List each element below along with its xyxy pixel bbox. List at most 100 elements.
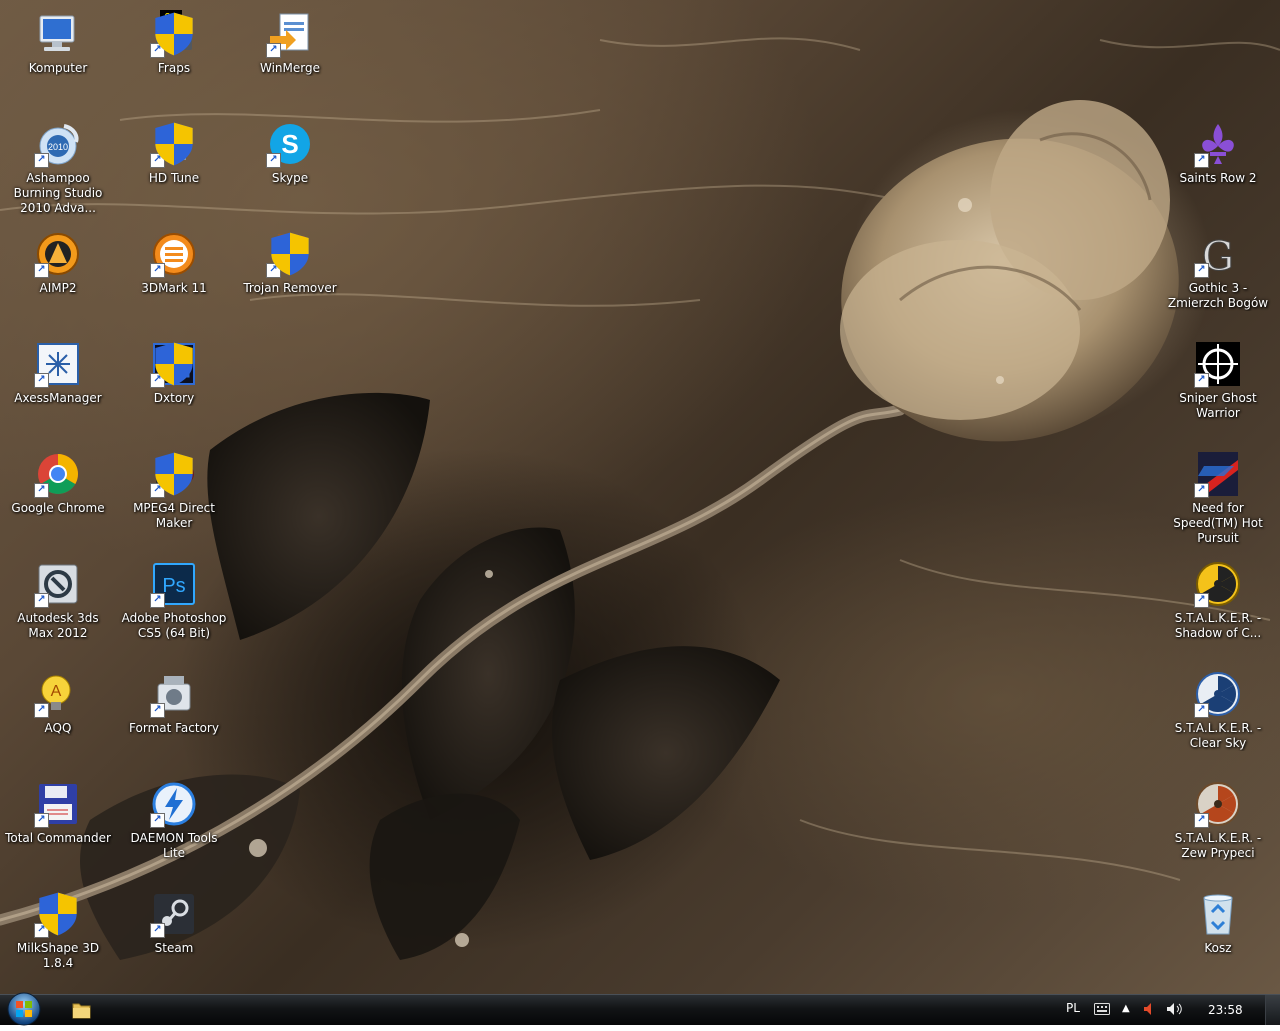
desktop-icon-label: Trojan Remover bbox=[243, 281, 337, 295]
uac-shield-icon bbox=[155, 452, 193, 496]
show-hidden-icons-arrow-icon[interactable]: ▲ bbox=[1122, 1003, 1130, 1014]
desktop-icon-aqq[interactable]: A ↗ AQQ bbox=[3, 666, 113, 770]
desktop-icon-daemon-tools[interactable]: ↗ DAEMON Tools Lite bbox=[119, 776, 229, 880]
desktop-icon-label: Kosz bbox=[1204, 941, 1232, 955]
desktop-icon-label: Google Chrome bbox=[11, 501, 105, 515]
desktop-icon-trojan-remover[interactable]: ↗ Trojan Remover bbox=[235, 226, 345, 330]
system-tray: PL ▲ 23:58 bbox=[1060, 995, 1280, 1025]
desktop-icon-label: 3DMark 11 bbox=[141, 281, 207, 295]
desktop-icon-label: Komputer bbox=[28, 61, 88, 75]
desktop-icon-stalker-soc[interactable]: ↗ S.T.A.L.K.E.R. - Shadow of C... bbox=[1163, 556, 1273, 660]
desktop-icon-gothic-3[interactable]: G ↗ Gothic 3 - Zmierzch Bogów bbox=[1163, 226, 1273, 330]
shortcut-arrow-icon: ↗ bbox=[34, 813, 49, 828]
shortcut-arrow-icon: ↗ bbox=[1194, 593, 1209, 608]
shortcut-arrow-icon: ↗ bbox=[34, 483, 49, 498]
desktop-icon-milkshape[interactable]: ↗ MilkShape 3D 1.8.4 bbox=[3, 886, 113, 990]
show-desktop-button[interactable] bbox=[1265, 995, 1280, 1025]
desktop-icon-axessmanager[interactable]: ↗ AxessManager bbox=[3, 336, 113, 440]
shortcut-arrow-icon: ↗ bbox=[1194, 703, 1209, 718]
svg-text:Ps: Ps bbox=[162, 575, 185, 597]
desktop-icon-label: Format Factory bbox=[129, 721, 219, 735]
desktop-icon-label: AIMP2 bbox=[39, 281, 77, 295]
desktop-icon-label: Adobe Photoshop CS5 (64 Bit) bbox=[121, 611, 227, 640]
shortcut-arrow-icon: ↗ bbox=[150, 263, 165, 278]
desktop-icon-label: Skype bbox=[271, 171, 309, 185]
volume-icon[interactable] bbox=[1166, 1002, 1184, 1016]
desktop-icon-label: MPEG4 Direct Maker bbox=[133, 501, 215, 530]
desktop-icon-3dsmax[interactable]: ↗ Autodesk 3ds Max 2012 bbox=[3, 556, 113, 660]
desktop-icon-label: S.T.A.L.K.E.R. - Shadow of C... bbox=[1174, 611, 1262, 640]
desktop-icon-winmerge[interactable]: ↗ WinMerge bbox=[235, 6, 345, 110]
shortcut-arrow-icon: ↗ bbox=[1194, 153, 1209, 168]
taskbar-explorer-button[interactable] bbox=[64, 998, 98, 1022]
desktop-icon-hd-tune[interactable]: ↗ HD Tune bbox=[119, 116, 229, 220]
shortcut-arrow-icon: ↗ bbox=[150, 593, 165, 608]
desktop-icon-google-chrome[interactable]: ↗ Google Chrome bbox=[3, 446, 113, 550]
uac-shield-icon bbox=[155, 122, 193, 166]
speaker-muted-icon[interactable] bbox=[1142, 1002, 1156, 1016]
start-button[interactable] bbox=[4, 991, 44, 1027]
desktop-icon-label: MilkShape 3D 1.8.4 bbox=[16, 941, 100, 970]
shortcut-arrow-icon: ↗ bbox=[1194, 263, 1209, 278]
desktop-icon-fraps[interactable]: 99 ↗ Fraps bbox=[119, 6, 229, 110]
shortcut-arrow-icon: ↗ bbox=[266, 153, 281, 168]
shortcut-arrow-icon: ↗ bbox=[150, 813, 165, 828]
shortcut-arrow-icon: ↗ bbox=[34, 153, 49, 168]
desktop-icon-3dmark11[interactable]: ↗ 3DMark 11 bbox=[119, 226, 229, 330]
desktop-icon-dxtory[interactable]: ↗ Dxtory bbox=[119, 336, 229, 440]
desktop-icon-label: WinMerge bbox=[260, 61, 320, 75]
desktop-icon-label: Need for Speed(TM) Hot Pursuit bbox=[1173, 501, 1263, 545]
shortcut-arrow-icon: ↗ bbox=[34, 373, 49, 388]
keyboard-icon[interactable] bbox=[1094, 1003, 1110, 1015]
desktop-icon-nfs-hot-pursuit[interactable]: ↗ Need for Speed(TM) Hot Pursuit bbox=[1163, 446, 1273, 550]
desktop-icon-label: Saints Row 2 bbox=[1179, 171, 1257, 185]
desktop-icon-skype[interactable]: S ↗ Skype bbox=[235, 116, 345, 220]
windows-orb-icon bbox=[7, 992, 41, 1026]
recycle-bin-icon bbox=[1203, 894, 1233, 935]
desktop-icon-label: Autodesk 3ds Max 2012 bbox=[17, 611, 99, 640]
uac-shield-icon bbox=[155, 12, 193, 56]
desktop-icon-label: Fraps bbox=[157, 61, 191, 75]
desktop-icon-label: AQQ bbox=[44, 721, 72, 735]
desktop-icon-label: AxessManager bbox=[14, 391, 102, 405]
desktop-icon-komputer[interactable]: Komputer bbox=[3, 6, 113, 110]
desktop-icon-label: S.T.A.L.K.E.R. - Zew Prypeci bbox=[1174, 831, 1262, 860]
desktop-icon-label: HD Tune bbox=[148, 171, 200, 185]
desktop-icon-label: Ashampoo Burning Studio 2010 Adva... bbox=[13, 171, 103, 215]
svg-text:2010: 2010 bbox=[48, 142, 68, 152]
desktop-icon-ashampoo[interactable]: 2010 ↗ Ashampoo Burning Studio 2010 Adva… bbox=[3, 116, 113, 220]
shortcut-arrow-icon: ↗ bbox=[34, 703, 49, 718]
desktop-icon-kosz[interactable]: Kosz bbox=[1163, 886, 1273, 990]
computer-icon bbox=[39, 15, 75, 51]
desktop-icon-total-commander[interactable]: ↗ Total Commander bbox=[3, 776, 113, 880]
desktop-icon-format-factory[interactable]: ↗ Format Factory bbox=[119, 666, 229, 770]
desktop-icon-steam[interactable]: ↗ Steam bbox=[119, 886, 229, 990]
desktop-icon-sniper-ghost-warrior[interactable]: ↗ Sniper Ghost Warrior bbox=[1163, 336, 1273, 440]
taskbar: PL ▲ 23:58 bbox=[0, 991, 1280, 1027]
desktop-icon-label: S.T.A.L.K.E.R. - Clear Sky bbox=[1174, 721, 1262, 750]
shortcut-arrow-icon: ↗ bbox=[1194, 813, 1209, 828]
taskbar-clock[interactable]: 23:58 bbox=[1208, 1003, 1243, 1017]
language-indicator[interactable]: PL bbox=[1066, 1001, 1080, 1015]
shortcut-arrow-icon: ↗ bbox=[150, 923, 165, 938]
shortcut-arrow-icon: ↗ bbox=[34, 593, 49, 608]
desktop-icon-mpeg4-direct-maker[interactable]: ↗ MPEG4 Direct Maker bbox=[119, 446, 229, 550]
desktop-icon-stalker-cop[interactable]: ↗ S.T.A.L.K.E.R. - Zew Prypeci bbox=[1163, 776, 1273, 880]
desktop-icon-photoshop[interactable]: Ps ↗ Adobe Photoshop CS5 (64 Bit) bbox=[119, 556, 229, 660]
uac-shield-icon bbox=[155, 342, 193, 386]
desktop-icon-aimp2[interactable]: ↗ AIMP2 bbox=[3, 226, 113, 330]
shortcut-arrow-icon: ↗ bbox=[1194, 373, 1209, 388]
desktop-icon-label: Steam bbox=[154, 941, 194, 955]
desktop-icon-label: Gothic 3 - Zmierzch Bogów bbox=[1167, 281, 1269, 310]
desktop-icon-saints-row-2[interactable]: ↗ Saints Row 2 bbox=[1163, 116, 1273, 220]
desktop[interactable]: Komputer 2010 ↗ Ashampoo Burning Studio … bbox=[0, 0, 1280, 994]
shortcut-arrow-icon: ↗ bbox=[266, 43, 281, 58]
desktop-icon-stalker-clear-sky[interactable]: ↗ S.T.A.L.K.E.R. - Clear Sky bbox=[1163, 666, 1273, 770]
shortcut-arrow-icon: ↗ bbox=[150, 703, 165, 718]
desktop-icon-label: Total Commander bbox=[5, 831, 111, 845]
desktop-icon-label: DAEMON Tools Lite bbox=[130, 831, 218, 860]
svg-text:A: A bbox=[51, 683, 62, 700]
uac-shield-icon bbox=[39, 892, 77, 936]
shortcut-arrow-icon: ↗ bbox=[1194, 483, 1209, 498]
folder-icon bbox=[72, 1003, 91, 1019]
